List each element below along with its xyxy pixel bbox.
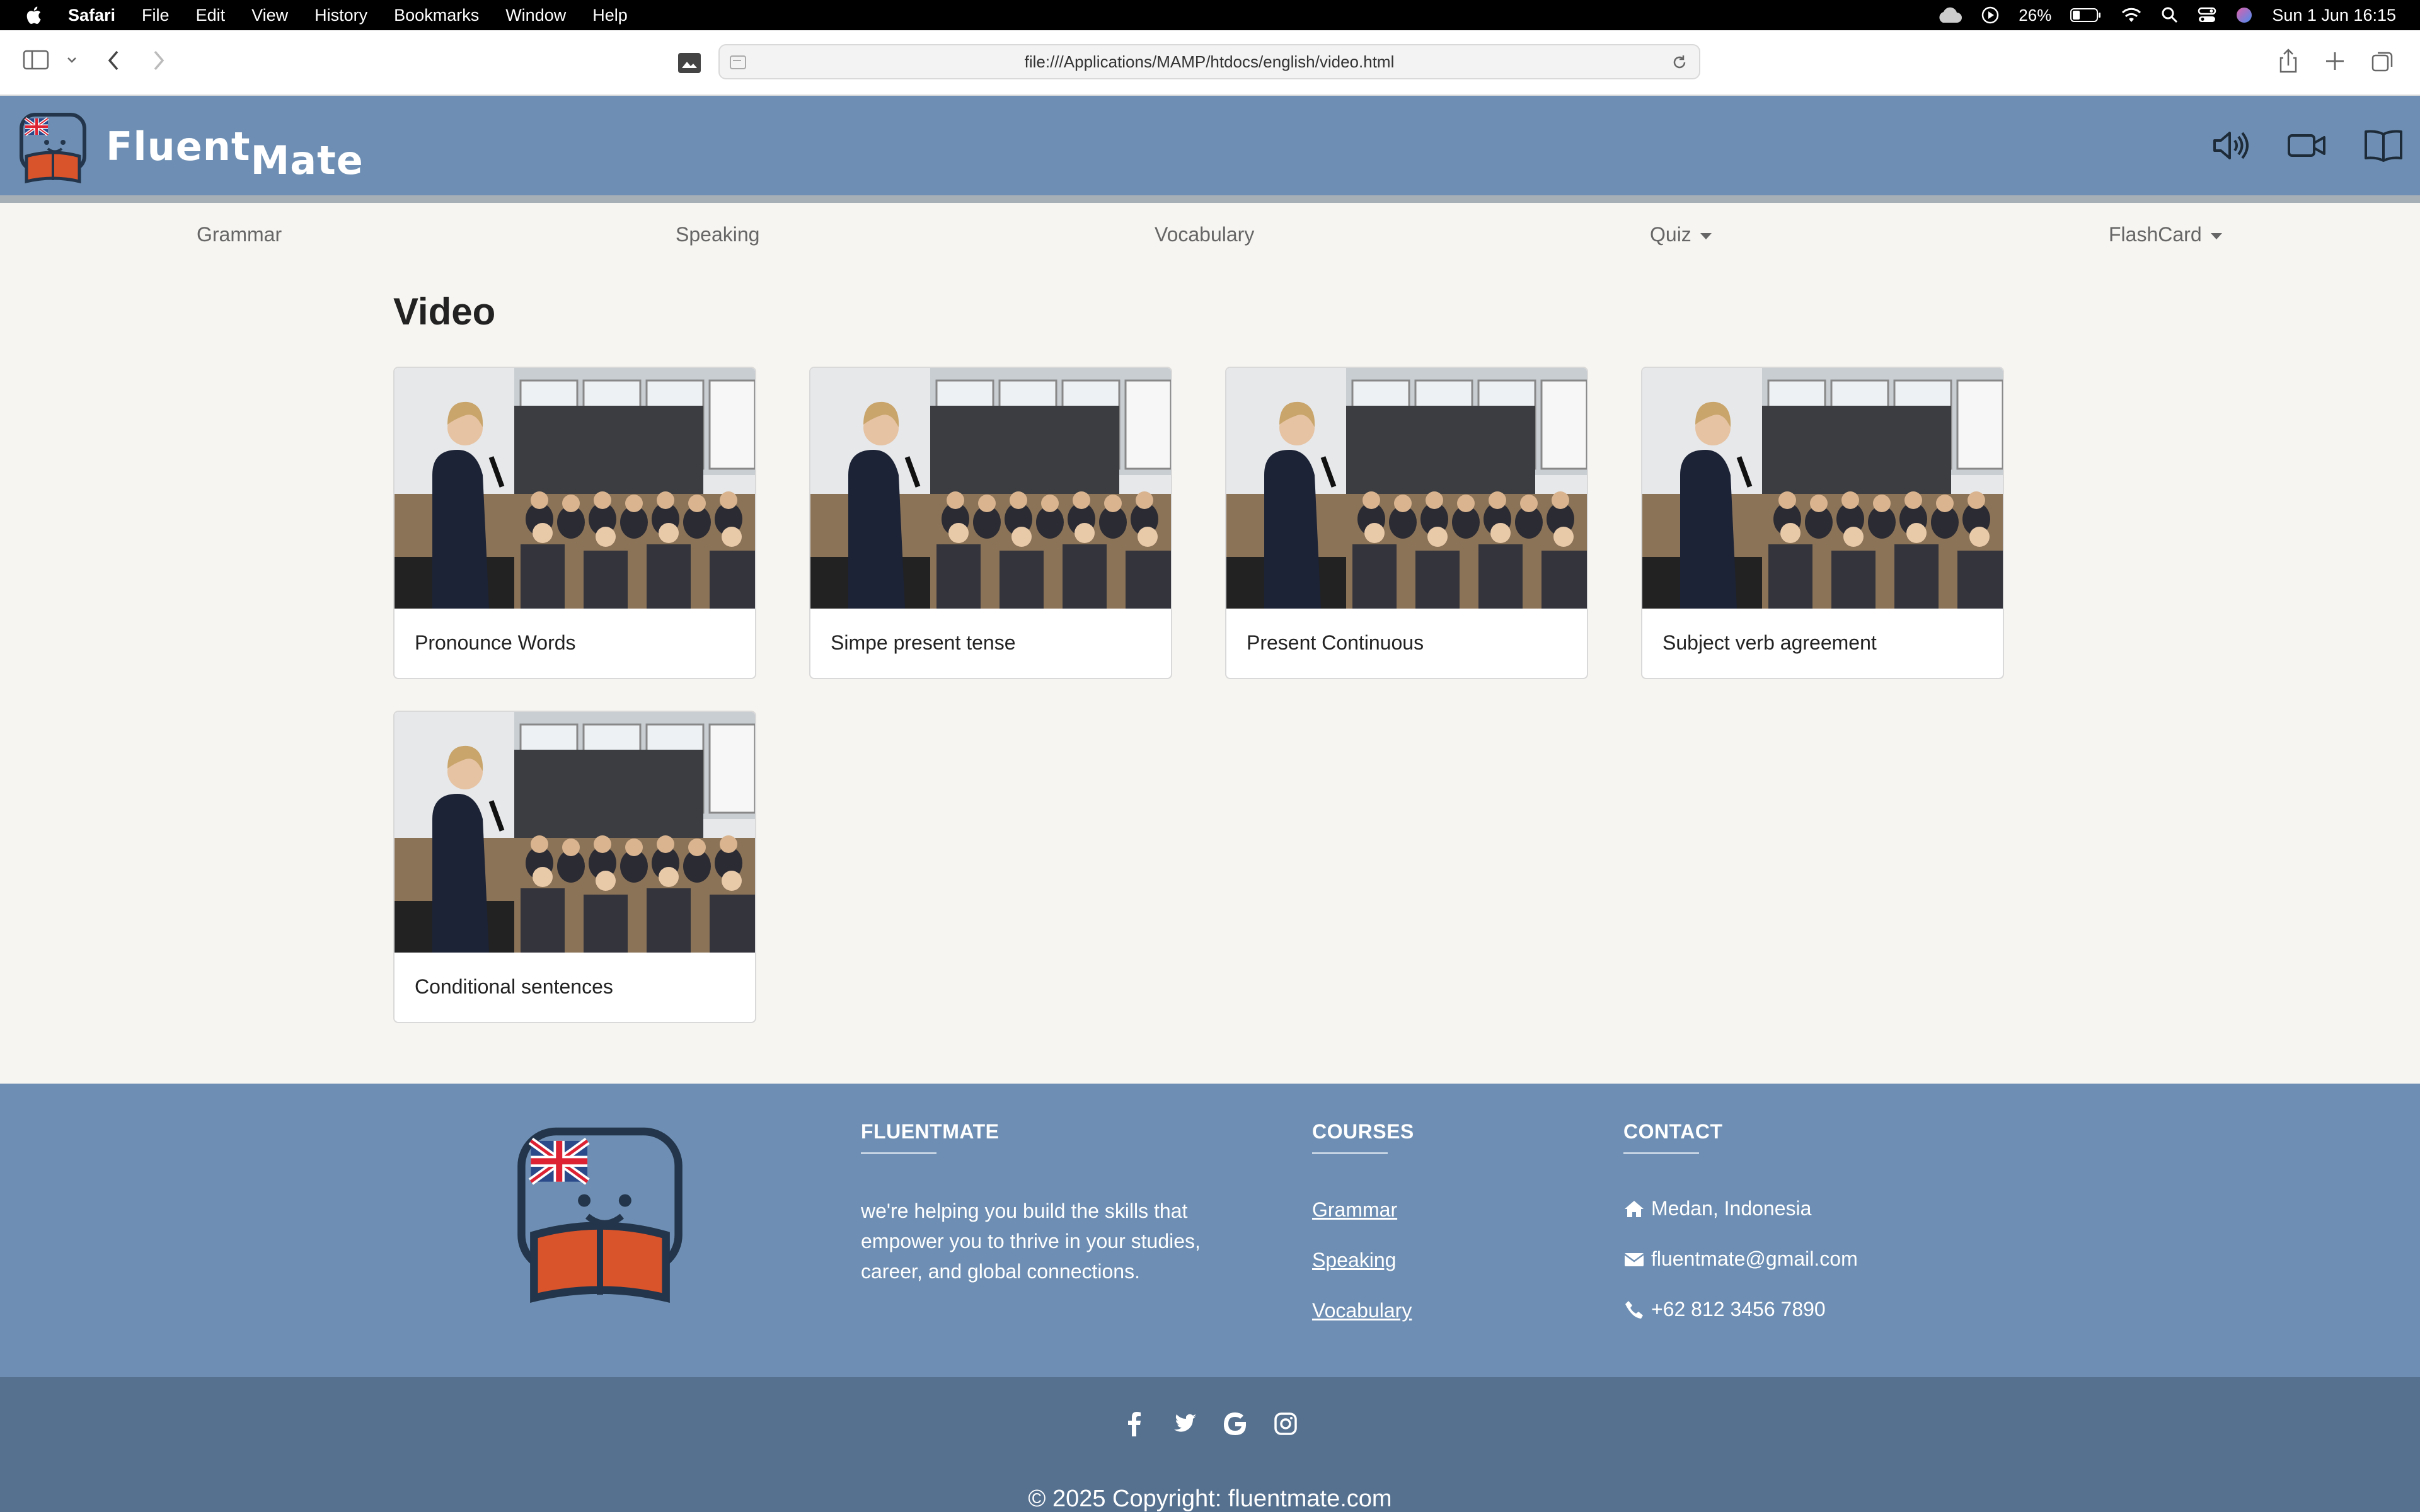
siri-icon[interactable] (2235, 6, 2253, 24)
footer-link-speaking[interactable]: Speaking (1312, 1249, 1396, 1272)
nav-item-grammar[interactable]: Grammar (197, 223, 282, 246)
cloud-icon[interactable] (1937, 6, 1962, 24)
social-links (0, 1411, 2420, 1436)
video-card[interactable]: Pronounce Words (393, 367, 756, 679)
home-icon (1625, 1200, 1644, 1217)
video-card[interactable]: Subject verb agreement (1641, 367, 2004, 679)
footer-bottom-bar: © 2025 Copyright: fluentmate.com (0, 1377, 2420, 1512)
brand-name-part1: Fluent (106, 123, 251, 169)
nav-item-flashcard-label: FlashCard (2109, 223, 2202, 246)
menu-bookmarks[interactable]: Bookmarks (394, 6, 479, 25)
caret-down-icon (2210, 232, 2222, 239)
video-title[interactable]: Subject verb agreement (1642, 609, 2003, 677)
page-title: Video (393, 290, 496, 333)
footer-email-text[interactable]: fluentmate@gmail.com (1651, 1247, 1858, 1271)
fluentmate-mascot-icon (517, 1127, 683, 1303)
video-title[interactable]: Present Continuous (1226, 609, 1587, 677)
video-title[interactable]: Pronounce Words (395, 609, 755, 677)
menu-app-name[interactable]: Safari (68, 6, 115, 25)
footer-address: Medan, Indonesia (1623, 1197, 1811, 1220)
instagram-icon[interactable] (1273, 1411, 1298, 1436)
google-icon[interactable] (1223, 1411, 1248, 1436)
book-icon[interactable] (2363, 125, 2404, 166)
video-card[interactable]: Simpe present tense (809, 367, 1172, 679)
menu-help[interactable]: Help (592, 6, 628, 25)
footer-about-text: we're helping you build the skills that … (861, 1200, 1201, 1283)
nav-item-vocabulary[interactable]: Vocabulary (1155, 223, 1254, 246)
chevron-down-icon[interactable] (66, 55, 78, 64)
video-card[interactable]: Conditional sentences (393, 711, 756, 1023)
video-camera-icon[interactable] (2286, 125, 2327, 166)
phone-icon (1625, 1300, 1643, 1319)
menubar-status-area: 26% Sun 1 Jun 16:15 (1937, 0, 2396, 30)
footer-contact-heading: CONTACT (1623, 1120, 1723, 1154)
play-circle-icon[interactable] (1981, 6, 2000, 25)
forward-arrow-icon[interactable] (150, 49, 168, 72)
footer-phone-text[interactable]: +62 812 3456 7890 (1651, 1298, 1826, 1321)
new-tab-icon[interactable] (2324, 50, 2346, 72)
video-title[interactable]: Simpe present tense (810, 609, 1171, 677)
menubar-clock[interactable]: Sun 1 Jun 16:15 (2272, 6, 2396, 25)
footer-email: fluentmate@gmail.com (1623, 1247, 1858, 1271)
browser-toolbar: file:///Applications/MAMP/htdocs/english… (0, 30, 2420, 96)
video-thumbnail[interactable] (810, 368, 1171, 609)
spotlight-search-icon[interactable] (2161, 6, 2179, 24)
footer-about-heading: FLUENTMATE (861, 1120, 999, 1154)
menu-edit[interactable]: Edit (196, 6, 226, 25)
brand-name[interactable]: FluentMate (106, 123, 364, 183)
main-nav: Grammar Speaking Vocabulary Quiz FlashCa… (0, 210, 2420, 261)
sidebar-toggle-icon[interactable] (23, 49, 50, 71)
facebook-icon[interactable] (1122, 1411, 1147, 1436)
footer-link-grammar[interactable]: Grammar (1312, 1198, 1397, 1222)
menu-history[interactable]: History (314, 6, 367, 25)
fluentmate-logo-icon[interactable] (18, 112, 88, 186)
twitter-icon[interactable] (1172, 1411, 1197, 1436)
footer-address-text: Medan, Indonesia (1651, 1197, 1812, 1220)
share-icon[interactable] (2278, 48, 2299, 74)
tab-overview-icon[interactable] (2371, 49, 2395, 73)
nav-item-quiz-label: Quiz (1650, 223, 1691, 246)
video-title[interactable]: Conditional sentences (395, 953, 755, 1021)
url-text[interactable]: file:///Applications/MAMP/htdocs/english… (1025, 52, 1395, 72)
envelope-icon (1624, 1252, 1644, 1266)
footer-courses-heading: COURSES (1312, 1120, 1414, 1154)
speaker-icon[interactable] (2210, 125, 2250, 166)
caret-down-icon (1700, 232, 1712, 239)
video-thumbnail[interactable] (1226, 368, 1587, 609)
menu-view[interactable]: View (251, 6, 288, 25)
video-thumbnail[interactable] (395, 712, 755, 953)
video-thumbnail[interactable] (395, 368, 755, 609)
control-center-icon[interactable] (2198, 6, 2216, 24)
footer-phone: +62 812 3456 7890 (1623, 1298, 1826, 1321)
footer-link-vocabulary[interactable]: Vocabulary (1312, 1299, 1412, 1322)
nav-item-flashcard[interactable]: FlashCard (2109, 223, 2222, 246)
battery-percentage: 26% (2019, 5, 2052, 25)
video-thumbnail[interactable] (1642, 368, 2003, 609)
macos-menu-bar: Safari File Edit View History Bookmarks … (0, 0, 2420, 30)
menu-file[interactable]: File (142, 6, 170, 25)
copyright-text: © 2025 Copyright: fluentmate.com (1028, 1486, 1392, 1512)
site-header: FluentMate (0, 96, 2420, 203)
extension-icon[interactable] (677, 52, 702, 74)
page-icon (730, 55, 746, 69)
apple-logo-icon[interactable] (24, 4, 45, 26)
nav-item-quiz[interactable]: Quiz (1650, 223, 1712, 246)
reload-icon[interactable] (1670, 53, 1689, 72)
brand-name-part2: Mate (250, 137, 364, 183)
back-arrow-icon[interactable] (105, 49, 122, 72)
battery-icon[interactable] (2070, 8, 2102, 23)
wifi-icon[interactable] (2121, 7, 2142, 23)
nav-item-speaking[interactable]: Speaking (676, 223, 759, 246)
video-card[interactable]: Present Continuous (1225, 367, 1588, 679)
address-bar[interactable]: file:///Applications/MAMP/htdocs/english… (718, 44, 1700, 79)
site-footer: FLUENTMATE we're helping you build the s… (0, 1084, 2420, 1377)
header-icon-group (2173, 96, 2420, 195)
menu-window[interactable]: Window (505, 6, 566, 25)
